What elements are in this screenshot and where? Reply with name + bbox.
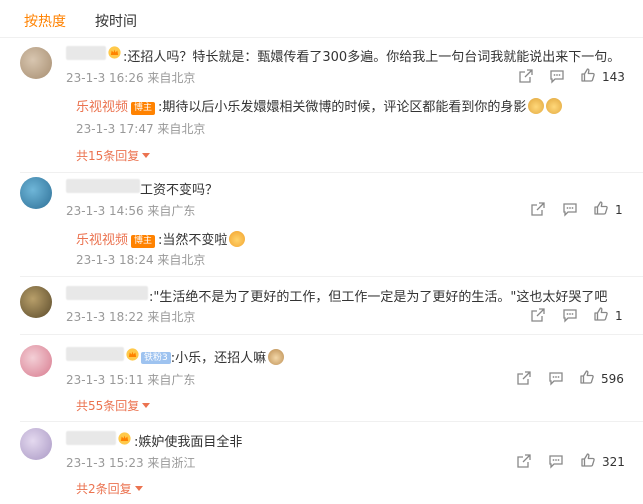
more-replies-label: 共55条回复 xyxy=(76,399,140,413)
more-replies-label: 共2条回复 xyxy=(76,482,132,496)
username[interactable] xyxy=(66,179,140,193)
reply-content: :当然不变啦 xyxy=(158,233,228,248)
divider xyxy=(20,172,643,173)
like-icon[interactable] xyxy=(580,452,596,468)
divider xyxy=(20,334,643,335)
username[interactable] xyxy=(66,431,116,445)
like-count: 1 xyxy=(615,309,623,323)
dog-emoji-icon xyxy=(268,349,285,365)
reply-meta: 23-1-3 18:24 来自北京 xyxy=(76,253,206,267)
username[interactable] xyxy=(66,286,148,300)
comment-content: :小乐，还招人嘛 xyxy=(170,351,267,366)
like-icon[interactable] xyxy=(593,306,609,322)
like-icon[interactable] xyxy=(580,67,596,83)
share-icon[interactable] xyxy=(516,453,532,469)
chevron-down-icon xyxy=(142,153,151,158)
username[interactable] xyxy=(66,46,106,60)
more-replies-link[interactable]: 共55条回复 xyxy=(76,397,151,414)
comment-icon[interactable] xyxy=(548,370,564,386)
fan-level-badge: 铁粉3 xyxy=(141,352,171,364)
like-count: 321 xyxy=(602,455,625,469)
reply-text: 乐视视频 博主:期待以后小乐发嬛嬛相关微博的时候，评论区都能看到你的身影 xyxy=(76,96,563,115)
avatar[interactable] xyxy=(20,345,52,377)
like-count: 143 xyxy=(602,70,625,84)
comment-text: 铁粉3:小乐，还招人嘛 xyxy=(141,347,285,366)
username[interactable] xyxy=(66,347,124,361)
like-count: 1 xyxy=(615,203,623,217)
reply-content: :期待以后小乐发嬛嬛相关微博的时候，评论区都能看到你的身影 xyxy=(158,100,527,115)
avatar[interactable] xyxy=(20,177,52,209)
cat-emoji-icon xyxy=(528,98,545,114)
like-icon[interactable] xyxy=(579,369,595,385)
share-icon[interactable] xyxy=(530,201,546,217)
comment-icon[interactable] xyxy=(562,307,578,323)
comment-meta: 23-1-3 15:11 来自广东 xyxy=(66,373,196,387)
reply-username[interactable]: 乐视视频 xyxy=(76,100,128,115)
more-replies-label: 共15条回复 xyxy=(76,149,140,163)
bozhu-badge: 博主 xyxy=(131,235,156,248)
reply-text: 乐视视频 博主:当然不变啦 xyxy=(76,229,246,248)
comment-meta: 23-1-3 14:56 来自广东 xyxy=(66,204,196,218)
avatar[interactable] xyxy=(20,47,52,79)
share-icon[interactable] xyxy=(518,68,534,84)
cat-emoji-icon xyxy=(546,98,563,114)
tab-time[interactable]: 按时间 xyxy=(95,11,137,31)
comment-icon[interactable] xyxy=(549,68,565,84)
tab-hot[interactable]: 按热度 xyxy=(24,11,66,31)
comment-icon[interactable] xyxy=(548,453,564,469)
more-replies-link[interactable]: 共2条回复 xyxy=(76,480,143,497)
crown-icon xyxy=(108,46,121,59)
bozhu-badge: 博主 xyxy=(131,102,156,115)
divider xyxy=(20,276,643,277)
share-icon[interactable] xyxy=(530,307,546,323)
like-icon[interactable] xyxy=(593,200,609,216)
heart-eyes-emoji-icon xyxy=(229,231,246,247)
more-replies-link[interactable]: 共15条回复 xyxy=(76,147,151,164)
comment-text: :"生活绝不是为了更好的工作，但工作一定是为了更好的生活。"这也太好哭了吧 xyxy=(149,290,608,305)
divider xyxy=(20,421,643,422)
comment-text: :还招人吗？特长就是：甄嬛传看了300多遍。你给我上一句台词我就能说出来下一句。 xyxy=(123,50,621,65)
like-count: 596 xyxy=(601,372,624,386)
comment-text: :嫉妒使我面目全非 xyxy=(134,435,243,450)
comment-icon[interactable] xyxy=(562,201,578,217)
reply-meta: 23-1-3 17:47 来自北京 xyxy=(76,122,206,136)
crown-icon xyxy=(118,432,131,445)
share-icon[interactable] xyxy=(516,370,532,386)
comment-meta: 23-1-3 15:23 来自浙江 xyxy=(66,456,196,470)
reply-username[interactable]: 乐视视频 xyxy=(76,233,128,248)
chevron-down-icon xyxy=(134,486,143,491)
chevron-down-icon xyxy=(142,403,151,408)
avatar[interactable] xyxy=(20,428,52,460)
avatar[interactable] xyxy=(20,286,52,318)
crown-icon xyxy=(126,348,139,361)
divider xyxy=(0,37,643,38)
comment-meta: 23-1-3 16:26 来自北京 xyxy=(66,71,196,85)
comment-meta: 23-1-3 18:22 来自北京 xyxy=(66,310,196,324)
comment-text: 工资不变吗？ xyxy=(140,183,219,198)
